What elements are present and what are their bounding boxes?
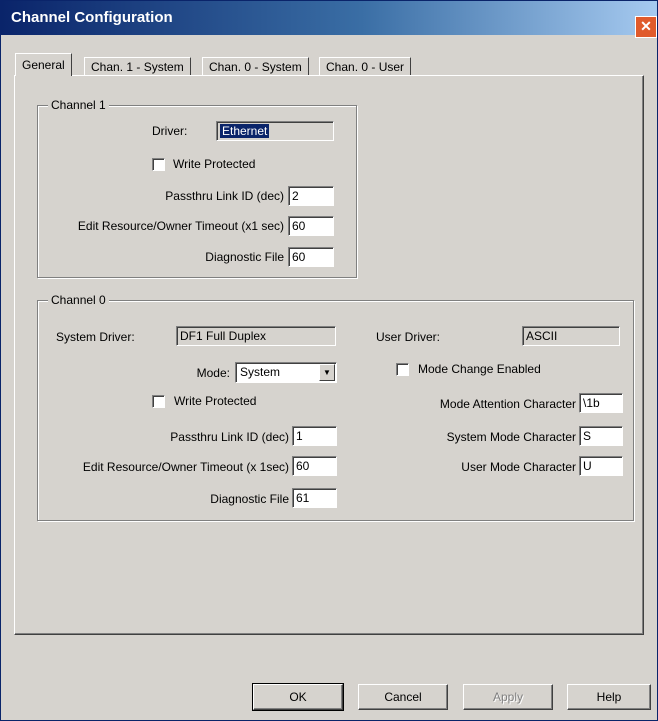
channel0-group: Channel 0 System Driver: DF1 Full Duplex… (37, 293, 634, 521)
channel0-timeout-input[interactable]: 60 (292, 456, 337, 476)
channel1-driver-field: Ethernet (216, 121, 334, 141)
channel0-passthru-input[interactable]: 1 (292, 426, 337, 446)
tab-panel-general: Channel 1 Driver: Ethernet Write Protect… (14, 75, 644, 635)
channel1-diagnostic-input[interactable]: 60 (288, 247, 334, 267)
mode-attention-label: Mode Attention Character (439, 397, 576, 411)
channel1-diagnostic-label: Diagnostic File (205, 250, 284, 264)
user-driver-field: ASCII (522, 326, 620, 346)
tab-general[interactable]: General (15, 53, 72, 76)
system-driver-label: System Driver: (56, 330, 135, 344)
channel1-group: Channel 1 Driver: Ethernet Write Protect… (37, 98, 357, 278)
tab-chan1-system[interactable]: Chan. 1 - System (84, 57, 191, 76)
channel0-diagnostic-label: Diagnostic File (210, 492, 289, 506)
channel0-write-protected-label: Write Protected (174, 394, 257, 408)
channel1-driver-value: Ethernet (220, 124, 270, 138)
channel1-write-protected-label: Write Protected (173, 157, 256, 171)
mode-select-value: System (240, 365, 281, 379)
ok-button[interactable]: OK (252, 683, 344, 711)
mode-select[interactable]: System ▼ (235, 362, 337, 383)
window-title: Channel Configuration (11, 9, 173, 26)
mode-change-enabled-label: Mode Change Enabled (418, 362, 541, 376)
mode-attention-input[interactable]: \1b (579, 393, 623, 413)
help-button[interactable]: Help (567, 684, 651, 710)
channel1-passthru-label: Passthru Link ID (dec) (165, 189, 284, 203)
channel1-title: Channel 1 (48, 98, 109, 112)
channel0-timeout-label: Edit Resource/Owner Timeout (x 1sec) (82, 460, 289, 474)
channel0-title: Channel 0 (48, 293, 109, 307)
dialog-window: Channel Configuration ✕ General Chan. 1 … (0, 0, 658, 721)
channel0-write-protected-checkbox[interactable] (152, 395, 165, 408)
channel1-passthru-input[interactable]: 2 (288, 186, 334, 206)
system-driver-field: DF1 Full Duplex (176, 326, 336, 346)
user-mode-char-label: User Mode Character (461, 460, 576, 474)
close-button[interactable]: ✕ (635, 16, 657, 38)
close-icon: ✕ (640, 18, 652, 34)
system-mode-char-label: System Mode Character (446, 430, 576, 444)
mode-change-enabled-checkbox[interactable] (396, 363, 409, 376)
cancel-button[interactable]: Cancel (358, 684, 448, 710)
channel0-diagnostic-input[interactable]: 61 (292, 488, 337, 508)
channel1-timeout-input[interactable]: 60 (288, 216, 334, 236)
user-mode-char-input[interactable]: U (579, 456, 623, 476)
mode-label: Mode: (196, 366, 230, 380)
channel1-driver-label: Driver: (152, 124, 188, 138)
channel1-timeout-label: Edit Resource/Owner Timeout (x1 sec) (77, 219, 284, 233)
channel0-passthru-label: Passthru Link ID (dec) (170, 430, 289, 444)
apply-button[interactable]: Apply (463, 684, 553, 710)
tab-chan0-system[interactable]: Chan. 0 - System (202, 57, 309, 76)
title-bar[interactable]: Channel Configuration (1, 1, 657, 35)
chevron-down-icon[interactable]: ▼ (319, 364, 335, 381)
user-driver-label: User Driver: (376, 330, 441, 344)
system-mode-char-input[interactable]: S (579, 426, 623, 446)
tab-chan0-user[interactable]: Chan. 0 - User (319, 57, 412, 76)
channel1-write-protected-checkbox[interactable] (152, 158, 165, 171)
